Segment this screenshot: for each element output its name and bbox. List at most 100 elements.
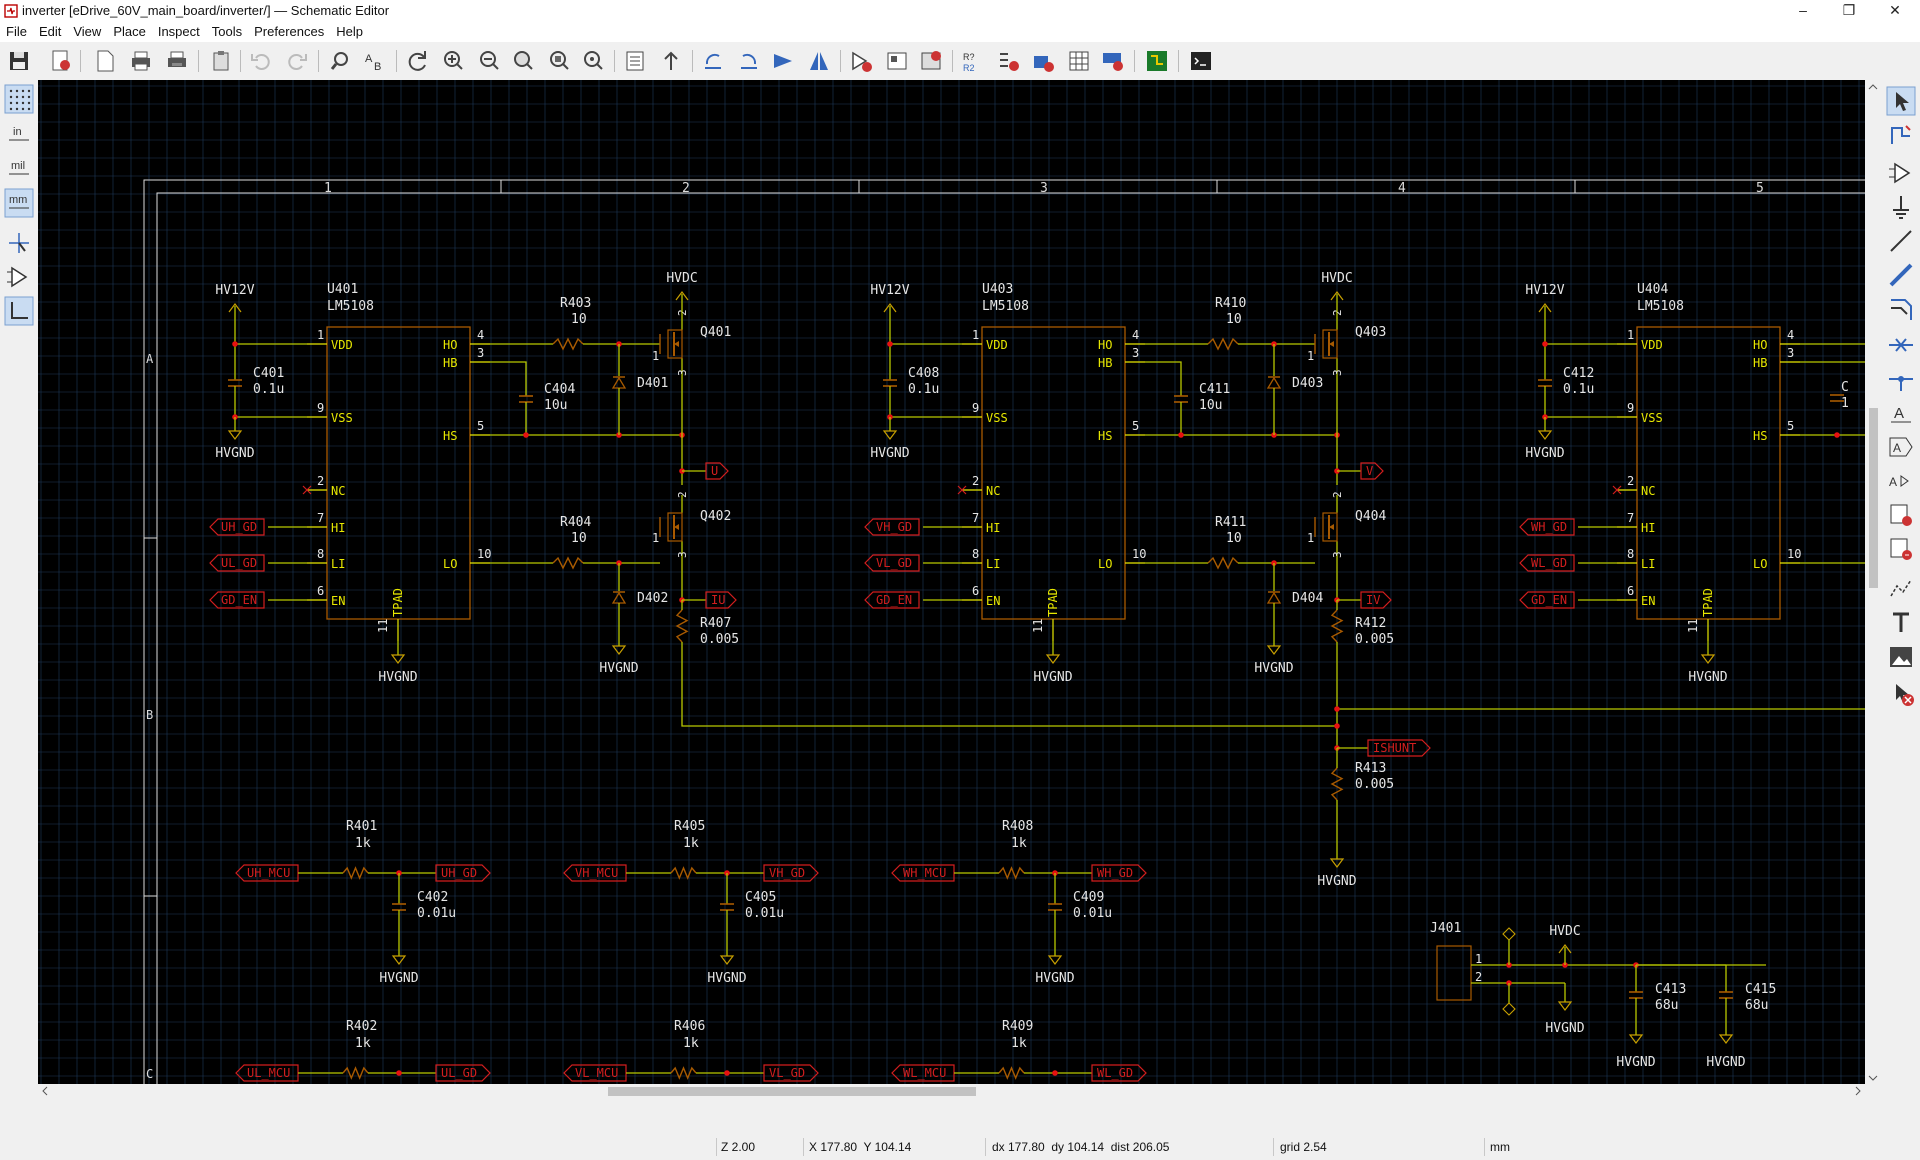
menu-place[interactable]: Place (107, 22, 152, 41)
junction-dot (1542, 341, 1548, 347)
menu-tools[interactable]: Tools (206, 22, 248, 41)
add-symbol-icon[interactable] (1886, 158, 1916, 188)
add-bus-icon[interactable] (1886, 260, 1916, 290)
symbol-browser-icon[interactable] (884, 48, 910, 74)
horizontal-scroll-thumb[interactable] (608, 1087, 976, 1096)
add-hier-label-icon[interactable]: A (1886, 466, 1916, 496)
zoom-selection-icon[interactable] (580, 48, 606, 74)
grid-toggle-icon[interactable] (4, 84, 34, 114)
zoom-in-icon[interactable] (440, 48, 466, 74)
erc-icon[interactable] (996, 48, 1022, 74)
add-text-icon[interactable] (1886, 608, 1916, 638)
wire-45-icon[interactable] (4, 296, 34, 326)
global-label-text: UH_MCU (247, 866, 290, 880)
minimize-button[interactable]: – (1780, 0, 1826, 22)
add-label-icon[interactable]: A (1886, 398, 1916, 428)
zoom-objects-icon[interactable] (546, 48, 572, 74)
no-connect-icon[interactable] (1886, 330, 1916, 360)
junction-dot (232, 341, 238, 347)
vertical-scroll-thumb[interactable] (1869, 408, 1878, 588)
schematic-canvas[interactable]: 1 2 3 4 5 A B C U401 LM5108 1 VDD 9 VSS 2 NC 7 HI 8 LI 6 EN 4 H… (38, 80, 1865, 1084)
redo-icon[interactable] (284, 48, 310, 74)
global-label-text: VH_GD (769, 866, 805, 880)
close-button[interactable]: ✕ (1872, 0, 1918, 22)
paste-icon[interactable] (208, 48, 234, 74)
ic-pin-name: HI (1641, 521, 1655, 535)
menu-file[interactable]: File (0, 22, 33, 41)
add-bus-entry-icon[interactable] (1886, 294, 1916, 324)
power-label: HVDC (1321, 271, 1352, 286)
menu-preferences[interactable]: Preferences (248, 22, 330, 41)
add-image-icon[interactable] (1886, 642, 1916, 672)
rotate-cw-icon[interactable] (736, 48, 762, 74)
highlight-net-icon[interactable] (1886, 120, 1916, 150)
pcb-editor-icon[interactable] (1144, 48, 1170, 74)
resistor-ref: R407 (700, 616, 731, 631)
hierarchy-navigator-icon[interactable] (622, 48, 648, 74)
add-hier-pin-icon[interactable] (1886, 574, 1916, 604)
save-icon[interactable] (6, 48, 32, 74)
symbol-editor-icon[interactable] (848, 48, 874, 74)
global-label-text: ISHUNT (1373, 741, 1416, 755)
find-replace-icon[interactable]: AB (362, 48, 388, 74)
zoom-fit-icon[interactable] (510, 48, 536, 74)
power-label: HVGND (1545, 1021, 1584, 1036)
menu-edit[interactable]: Edit (33, 22, 67, 41)
import-sheet-pin-icon[interactable] (1886, 534, 1916, 564)
menu-help[interactable]: Help (330, 22, 369, 41)
ic-pin-number: 8 (317, 547, 324, 561)
scripting-console-icon[interactable] (1188, 48, 1214, 74)
new-sheet-icon[interactable] (92, 48, 118, 74)
resistor-ref: R402 (346, 1019, 377, 1034)
resistor-ref: R412 (1355, 616, 1386, 631)
add-global-label-icon[interactable]: A (1886, 432, 1916, 462)
bom-icon[interactable] (1066, 48, 1092, 74)
leave-sheet-icon[interactable] (658, 48, 684, 74)
unit-mm-icon[interactable]: mm (4, 188, 34, 218)
ic-pin-number: 3 (1787, 346, 1794, 360)
mosfet-pin-number: 2 (1331, 491, 1344, 498)
add-wire-icon[interactable] (1886, 226, 1916, 256)
print-icon[interactable] (128, 48, 154, 74)
generate-bom-icon[interactable] (1100, 48, 1126, 74)
refresh-icon[interactable] (404, 48, 430, 74)
resistor-value: 1k (683, 1036, 699, 1051)
mirror-vertical-icon[interactable] (770, 48, 796, 74)
delete-icon[interactable] (1886, 678, 1916, 708)
global-label-text: WH_GD (1531, 520, 1567, 534)
svg-text:R2: R2 (963, 63, 975, 73)
power-label: HVGND (1525, 446, 1564, 461)
annotate-icon[interactable]: R? R2 (960, 48, 986, 74)
vertical-scrollbar[interactable] (1865, 80, 1882, 1084)
footprint-assign-tool-icon[interactable] (1030, 48, 1056, 74)
mirror-horizontal-icon[interactable] (806, 48, 832, 74)
page-settings-icon[interactable] (48, 48, 74, 74)
junction-icon[interactable] (1886, 364, 1916, 394)
global-label-text: GD_EN (876, 593, 912, 607)
hidden-pins-icon[interactable] (4, 262, 34, 292)
border-column-label: 3 (1040, 181, 1048, 196)
plot-icon[interactable] (164, 48, 190, 74)
select-icon[interactable] (1886, 86, 1916, 116)
mosfet-pin-number: 1 (1307, 531, 1314, 545)
unit-inch-icon[interactable]: in (4, 120, 34, 150)
undo-icon[interactable] (248, 48, 274, 74)
menu-view[interactable]: View (67, 22, 107, 41)
border-row-label: C (146, 1067, 153, 1081)
resistor-value: 10 (1226, 531, 1242, 546)
unit-mil-icon[interactable]: mil (4, 154, 34, 184)
zoom-out-icon[interactable] (476, 48, 502, 74)
horizontal-scrollbar[interactable] (38, 1084, 1882, 1098)
capacitor-value: 0.01u (745, 906, 784, 921)
ic-pin-name: LI (986, 557, 1000, 571)
find-icon[interactable] (328, 48, 354, 74)
add-power-icon[interactable] (1886, 192, 1916, 222)
rotate-ccw-icon[interactable] (700, 48, 726, 74)
menu-inspect[interactable]: Inspect (152, 22, 206, 41)
footprint-assign-icon[interactable] (918, 48, 944, 74)
power-label: HV12V (215, 283, 254, 298)
maximize-button[interactable]: ❐ (1826, 0, 1872, 22)
resistor-value: 1k (1011, 836, 1027, 851)
add-sheet-icon[interactable] (1886, 500, 1916, 530)
cursor-style-icon[interactable] (4, 228, 34, 258)
